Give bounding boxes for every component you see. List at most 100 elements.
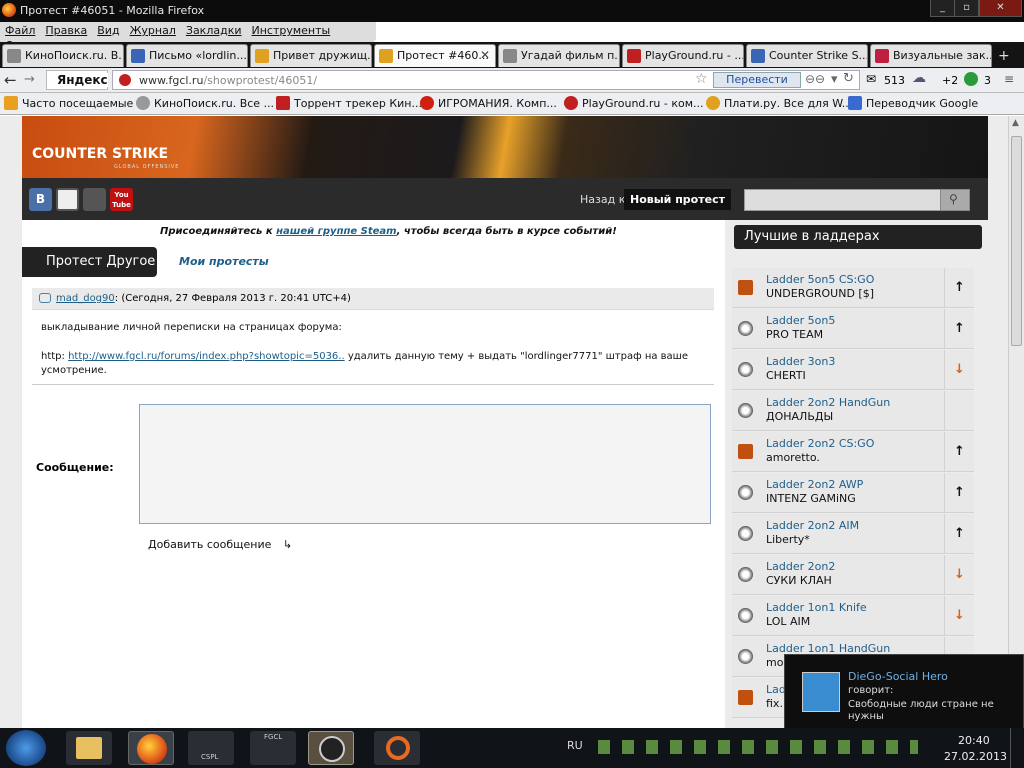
counter-strike-logo[interactable]: COUNTER STRIKE xyxy=(32,146,168,162)
ladder-leader: CHERTI xyxy=(766,369,806,382)
url-path: /showprotest/46051/ xyxy=(203,74,318,87)
close-button[interactable]: ✕ xyxy=(979,0,1022,17)
maximize-button[interactable]: ▫ xyxy=(954,0,979,17)
bookmark-igromania[interactable]: ИГРОМАНИЯ. Комп... xyxy=(420,96,557,110)
new-tab-button[interactable]: + xyxy=(998,48,1010,64)
bookmark-playground[interactable]: PlayGround.ru - ком... xyxy=(564,96,704,110)
ladder-name[interactable]: Ladder 2on2 CS:GO xyxy=(766,437,874,450)
tab-protest-active[interactable]: Протест #460... ✕ xyxy=(374,44,496,67)
page-scrollbar[interactable]: ▲ xyxy=(1008,116,1024,728)
notification-sender[interactable]: DieGo-Social Hero xyxy=(848,670,948,683)
category-tab[interactable]: Протест Другое xyxy=(22,247,157,277)
search-icon: ⚲ xyxy=(949,192,958,206)
bookmark-google-translate[interactable]: Переводчик Google xyxy=(848,96,978,110)
site-toolbar: B You Tube Назад к Новый протест ⚲ xyxy=(22,178,988,220)
ladder-name[interactable]: Ladder 2on2 AIM xyxy=(766,519,859,532)
scrollbar-thumb[interactable] xyxy=(1011,136,1022,346)
ladder-row[interactable]: Ladder 2on2 CS:GO amoretto. ↑ xyxy=(732,432,974,472)
back-arrow-icon[interactable]: ← xyxy=(4,71,17,89)
minimize-button[interactable]: _ xyxy=(930,0,955,17)
explorer-taskbar-icon[interactable] xyxy=(66,731,112,765)
reader-glasses-icon[interactable]: ⊖⊖ xyxy=(805,72,825,86)
ladder-row[interactable]: Ladder 2on2 HandGun ДОНАЛЬДЫ xyxy=(732,391,974,431)
origin-taskbar-icon[interactable] xyxy=(374,731,420,765)
show-desktop-button[interactable] xyxy=(1010,728,1024,768)
forward-arrow-icon[interactable]: → xyxy=(24,72,35,87)
ladder-name[interactable]: Ladder 2on2 AWP xyxy=(766,478,863,491)
message-textarea[interactable] xyxy=(139,404,711,524)
firefox-taskbar-icon[interactable] xyxy=(128,731,174,765)
tab-guess-film[interactable]: Угадай фильм п... xyxy=(498,44,620,67)
menu-file[interactable]: Файл xyxy=(0,22,40,37)
steam-group-link[interactable]: нашей группе Steam xyxy=(276,226,396,237)
fgcl-social-icon[interactable] xyxy=(56,188,79,211)
dropdown-arrow-icon[interactable]: ▾ xyxy=(831,72,838,87)
steam-social-icon[interactable] xyxy=(83,188,106,211)
language-indicator[interactable]: RU xyxy=(567,739,583,752)
url-bar[interactable]: www.fgcl.ru/showprotest/46051/ ☆ Перевес… xyxy=(112,70,860,90)
ladder-name[interactable]: Ladder 2on2 HandGun xyxy=(766,396,890,409)
ladder-row[interactable]: Ladder 2on2 СУКИ КЛАН ↓ xyxy=(732,555,974,595)
tab-kinopoisk[interactable]: КиноПоиск.ru. В... xyxy=(2,44,124,67)
weather-cloud-icon[interactable]: ☁ xyxy=(912,70,926,86)
clock-time[interactable]: 20:40 xyxy=(958,734,990,747)
bookmark-folder-icon xyxy=(4,96,18,110)
menu-bookmarks[interactable]: Закладки xyxy=(181,22,247,37)
menu-edit[interactable]: Правка xyxy=(40,22,92,37)
addon-green-icon[interactable] xyxy=(964,72,978,86)
steam-taskbar-icon[interactable] xyxy=(308,731,354,765)
steam-notification[interactable]: DieGo-Social Hero говорит: Свободные люд… xyxy=(784,654,1024,729)
arrow-up-icon: ↑ xyxy=(944,432,974,472)
mail-icon[interactable]: ✉ xyxy=(866,72,876,86)
translate-button[interactable]: Перевести xyxy=(713,72,801,88)
bookmark-plati[interactable]: Плати.ру. Все для W... xyxy=(706,96,852,110)
ladder-name[interactable]: Lad xyxy=(766,683,786,696)
fgcl-taskbar-icon[interactable]: FGCL xyxy=(250,731,296,765)
vk-icon[interactable]: B xyxy=(29,188,52,211)
close-tab-icon[interactable]: ✕ xyxy=(480,48,490,62)
bookmark-kinopoisk[interactable]: КиноПоиск.ru. Все ... xyxy=(136,96,274,110)
menu-view[interactable]: Вид xyxy=(92,22,124,37)
system-tray-icons[interactable] xyxy=(598,740,918,754)
mail-icon xyxy=(131,49,145,63)
yandex-logo[interactable]: ЯЯндекс xyxy=(46,70,108,90)
star-icon[interactable]: ☆ xyxy=(695,71,708,87)
start-orb-icon[interactable] xyxy=(6,730,46,766)
my-protests-link[interactable]: Мои протесты xyxy=(179,255,269,268)
search-button[interactable]: ⚲ xyxy=(940,189,970,211)
tab-mail[interactable]: Письмо «lordlin... xyxy=(126,44,248,67)
menu-more-icon[interactable]: ≡ xyxy=(1004,72,1014,86)
plati-icon xyxy=(706,96,720,110)
ladder-row[interactable]: Ladder 3on3 CHERTI ↓ xyxy=(732,350,974,390)
add-message-button[interactable]: Добавить сообщение ↳ xyxy=(148,538,292,551)
tab-hello[interactable]: Привет дружищ... xyxy=(250,44,372,67)
cspl-taskbar-icon[interactable]: CSPL xyxy=(188,731,234,765)
menu-tools[interactable]: Инструменты xyxy=(247,22,336,37)
ladder-row[interactable]: Ladder 2on2 AWP INTENZ GAMiNG ↑ xyxy=(732,473,974,513)
site-search-input[interactable] xyxy=(744,189,942,211)
tab-playground[interactable]: PlayGround.ru - ... xyxy=(622,44,744,67)
tab-counter-strike[interactable]: Counter Strike S... xyxy=(746,44,868,67)
ladder-name[interactable]: Ladder 1on1 Knife xyxy=(766,601,867,614)
bookmark-torrent[interactable]: Торрент трекер Кин... xyxy=(276,96,422,110)
forum-topic-link[interactable]: http://www.fgcl.ru/forums/index.php?show… xyxy=(68,351,345,362)
ladder-row[interactable]: Ladder 5on5 CS:GO UNDERGROUND [$] ↑ xyxy=(732,268,974,308)
reload-icon[interactable]: ↻ xyxy=(843,71,854,86)
clock-date[interactable]: 27.02.2013 xyxy=(944,750,1007,763)
ladder-name[interactable]: Ladder 5on5 xyxy=(766,314,835,327)
ladder-row[interactable]: Ladder 2on2 AIM Liberty* ↑ xyxy=(732,514,974,554)
new-protest-button[interactable]: Новый протест xyxy=(624,189,731,210)
ladder-name[interactable]: Ladder 2on2 xyxy=(766,560,835,573)
ladder-name[interactable]: Ladder 3on3 xyxy=(766,355,835,368)
youtube-icon[interactable]: You Tube xyxy=(110,188,133,211)
ladder-name[interactable]: Ladder 5on5 CS:GO xyxy=(766,273,874,286)
menu-history[interactable]: Журнал xyxy=(125,22,181,37)
post-author-link[interactable]: mad_dog90 xyxy=(56,293,115,304)
web-page: COUNTER STRIKE GLOBAL OFFENSIVE B You Tu… xyxy=(0,116,1008,728)
scroll-up-icon[interactable]: ▲ xyxy=(1012,118,1019,128)
bookmark-most-visited[interactable]: Часто посещаемые xyxy=(4,96,133,110)
tab-visual-bookmarks[interactable]: Визуальные зак... xyxy=(870,44,992,67)
counter-strike-logo-sub: GLOBAL OFFENSIVE xyxy=(114,164,180,170)
ladder-row[interactable]: Ladder 1on1 Knife LOL AIM ↓ xyxy=(732,596,974,636)
ladder-row[interactable]: Ladder 5on5 PRO TEAM ↑ xyxy=(732,309,974,349)
